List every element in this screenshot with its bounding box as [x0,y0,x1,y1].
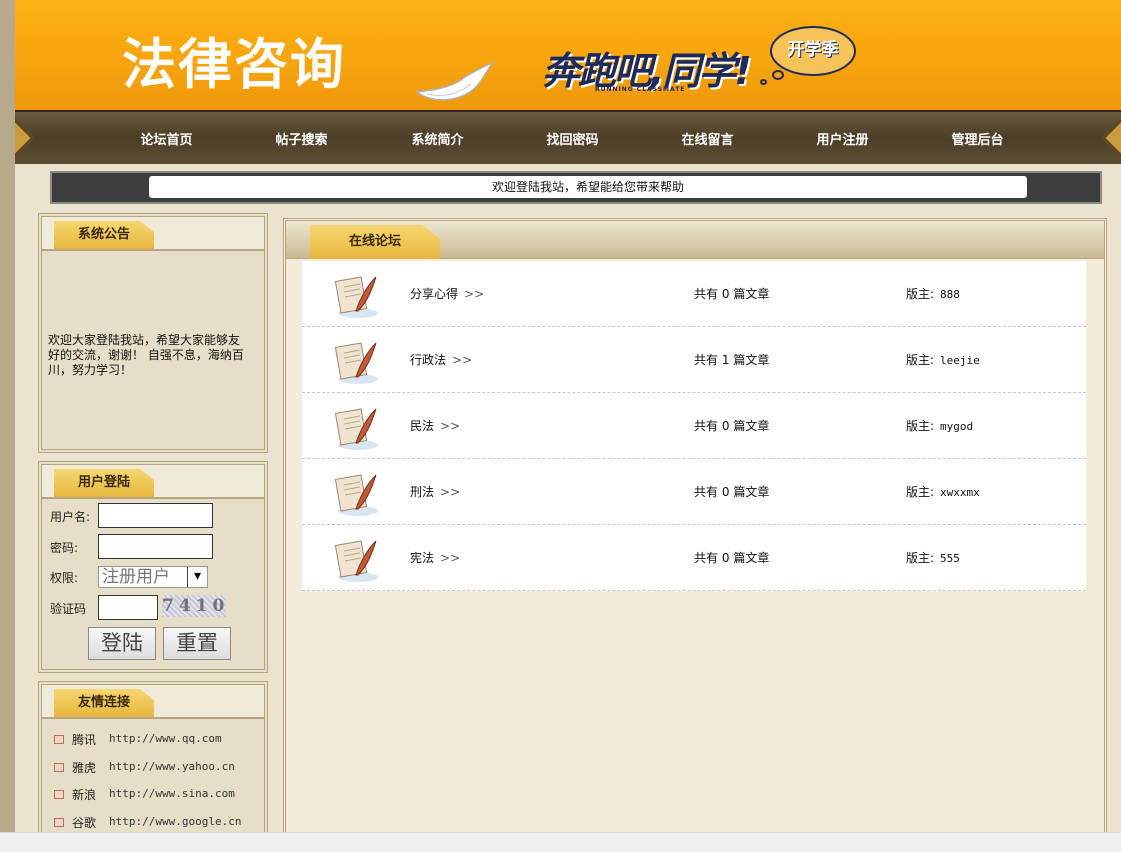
board-moderator: 版主: leejie [906,353,980,367]
login-header: 用户登陆 [42,465,264,499]
notice-body: 欢迎大家登陆我站，希望大家能够友好的交流，谢谢！ 自强不息，海纳百川，努力学习！ [42,251,264,447]
notice-title: 系统公告 [54,221,154,249]
username-input[interactable] [98,503,213,528]
speech-bubble: 开学季 [770,26,856,76]
forum-panel: 在线论坛 分享心得 >> 共有 0 篇文章 版主: 888 行政法 >> 共有 … [283,218,1107,832]
board-name[interactable]: 宪法 >> [410,549,460,566]
links-body: 腾讯 http://www.qq.com 雅虎 http://www.yahoo… [42,719,264,832]
chevron-down-icon[interactable]: ▾ [187,567,207,587]
captcha-label: 验证码 [50,602,87,616]
login-button[interactable]: 登陆 [88,627,156,660]
login-title: 用户登陆 [54,469,154,497]
forum-board-row: 宪法 >> 共有 0 篇文章 版主: 555 [302,525,1086,591]
role-selected-value: 注册用户 [102,567,170,587]
link-item-sina[interactable]: 新浪 http://www.sina.com [54,784,254,812]
link-bullet-icon [54,735,64,744]
board-post-count: 共有 0 篇文章 [694,287,770,301]
link-item-qq[interactable]: 腾讯 http://www.qq.com [54,729,254,757]
role-label: 权限: [50,571,79,585]
link-name[interactable]: 新浪 [72,786,96,803]
notice-text: 欢迎大家登陆我站，希望大家能够友好的交流，谢谢！ 自强不息，海纳百川，努力学习！ [48,333,244,377]
board-name[interactable]: 分享心得 >> [410,285,484,302]
link-bullet-icon [54,817,64,827]
bubble-dot [772,70,784,80]
link-item-google[interactable]: 谷歌 http://www.google.cn [54,812,254,833]
captcha-image[interactable]: 7410 [162,595,226,617]
forum-header: 在线论坛 [286,221,1104,259]
captcha-input[interactable] [98,595,158,620]
forum-board-row: 分享心得 >> 共有 0 篇文章 版主: 888 [302,261,1086,327]
forum-board-row: 行政法 >> 共有 1 篇文章 版主: leejie [302,327,1086,393]
paper-scroll-icon [415,61,494,101]
site-title: 法律咨询 [122,32,346,96]
password-label: 密码: [50,541,79,555]
links-panel: 友情连接 腾讯 http://www.qq.com 雅虎 http://www.… [38,681,268,832]
nav-admin-backend[interactable]: 管理后台 [910,129,1045,148]
welcome-message: 欢迎登陆我站，希望能给您带来帮助 [149,176,1027,198]
nav-post-search[interactable]: 帖子搜索 [234,129,369,148]
forum-board-row: 民法 >> 共有 0 篇文章 版主: mygod [302,393,1086,459]
board-post-count: 共有 1 篇文章 [694,353,770,367]
password-row: 密码: [50,534,260,560]
main-nav: 论坛首页 帖子搜索 系统简介 找回密码 在线留言 用户注册 管理后台 [15,110,1121,164]
board-post-count: 共有 0 篇文章 [694,419,770,433]
links-header: 友情连接 [42,685,264,719]
captcha-row: 验证码 7410 [50,595,260,621]
links-title: 友情连接 [54,689,154,717]
quill-paper-icon [334,408,378,450]
link-url[interactable]: http://www.google.cn [109,815,241,828]
links-list: 腾讯 http://www.qq.com 雅虎 http://www.yahoo… [54,729,254,832]
board-moderator: 版主: 888 [906,287,960,301]
notice-panel: 系统公告 欢迎大家登陆我站，希望大家能够友好的交流，谢谢！ 自强不息，海纳百川，… [38,213,268,453]
quill-paper-icon [334,474,378,516]
page-container: 法律咨询 奔跑吧,同学! RUNNING CLASSMATE 开学季 论坛首页 … [15,0,1121,832]
link-name[interactable]: 谷歌 [72,814,96,831]
page-left-border [0,0,15,832]
link-name[interactable]: 雅虎 [72,759,96,776]
login-body: 用户名: 密码: 权限: 注册用户 ▾ 验证码 7410 登陆 重置 [42,499,264,669]
link-url[interactable]: http://www.yahoo.cn [109,760,235,773]
forum-title: 在线论坛 [310,225,440,259]
quill-paper-icon [334,342,378,384]
board-moderator: 版主: xwxxmx [906,485,980,499]
link-item-yahoo[interactable]: 雅虎 http://www.yahoo.cn [54,757,254,785]
forum-board-row: 刑法 >> 共有 0 篇文章 版主: xwxxmx [302,459,1086,525]
quill-paper-icon [334,276,378,318]
board-post-count: 共有 0 篇文章 [694,485,770,499]
board-name[interactable]: 民法 >> [410,417,460,434]
nav-recover-password[interactable]: 找回密码 [505,129,640,148]
header-banner: 法律咨询 奔跑吧,同学! RUNNING CLASSMATE 开学季 [15,0,1121,110]
reset-button[interactable]: 重置 [163,627,231,660]
username-label: 用户名: [50,510,91,524]
link-url[interactable]: http://www.qq.com [109,732,222,745]
board-post-count: 共有 0 篇文章 [694,551,770,565]
board-name[interactable]: 行政法 >> [410,351,472,368]
link-name[interactable]: 腾讯 [72,731,96,748]
link-bullet-icon [54,790,64,799]
role-row: 权限: 注册用户 ▾ [50,564,260,590]
nav-ornament-left [15,118,35,158]
login-panel: 用户登陆 用户名: 密码: 权限: 注册用户 ▾ 验证码 7410 登陆 重置 [38,461,268,673]
notice-header: 系统公告 [42,217,264,251]
quill-paper-icon [334,540,378,582]
password-input[interactable] [98,534,213,559]
link-bullet-icon [54,762,64,772]
slogan-subtitle: RUNNING CLASSMATE [595,86,686,93]
role-select[interactable]: 注册用户 ▾ [98,566,208,588]
login-buttons: 登陆 重置 [50,627,260,660]
nav-online-message[interactable]: 在线留言 [640,129,775,148]
bubble-dot [760,79,767,85]
username-row: 用户名: [50,503,260,529]
board-name[interactable]: 刑法 >> [410,483,460,500]
nav-forum-home[interactable]: 论坛首页 [99,129,234,148]
board-moderator: 版主: 555 [906,551,960,565]
browser-status-bar [0,832,1121,852]
board-moderator: 版主: mygod [906,419,974,433]
welcome-bar: 欢迎登陆我站，希望能给您带来帮助 [50,171,1102,204]
nav-system-intro[interactable]: 系统简介 [370,129,505,148]
nav-ornament-right [1101,118,1121,158]
nav-user-register[interactable]: 用户注册 [775,129,910,148]
link-url[interactable]: http://www.sina.com [109,787,235,800]
forum-board-list: 分享心得 >> 共有 0 篇文章 版主: 888 行政法 >> 共有 1 篇文章 版主… [302,261,1086,591]
